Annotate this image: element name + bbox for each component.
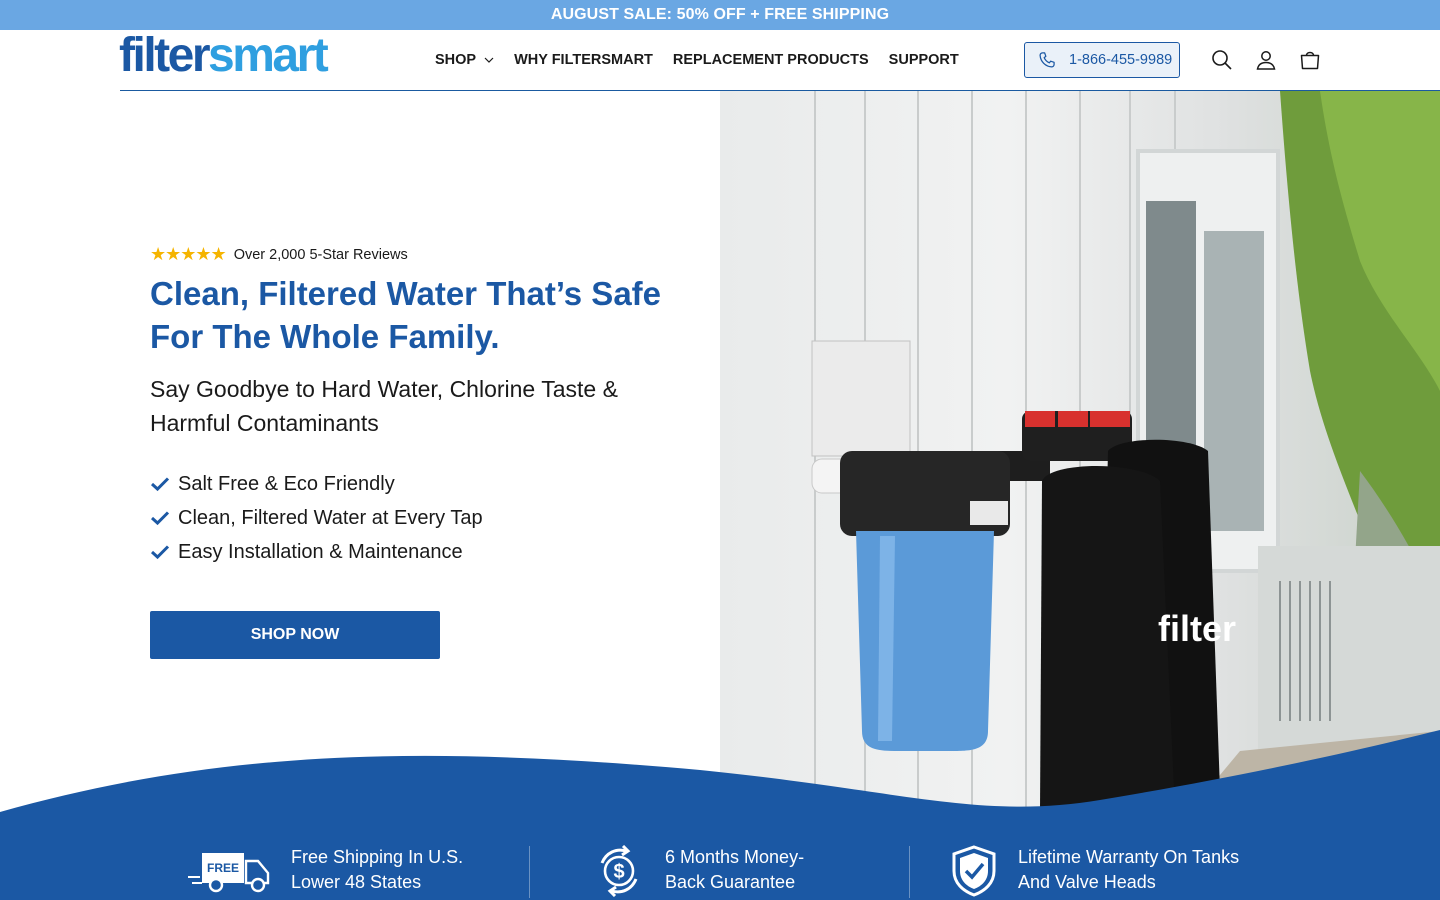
feature-divider (529, 846, 530, 898)
checkmark-icon (150, 477, 170, 492)
nav-support[interactable]: SUPPORT (889, 52, 959, 68)
logo-text-filter: filter (119, 29, 211, 82)
hero-headline: Clean, Filtered Water That’s Safe For Th… (150, 275, 662, 355)
feature-free-shipping: FREE Free Shipping In U.S. Lower 48 Stat… (188, 845, 463, 895)
feature-text: Free Shipping In U.S. Lower 48 States (291, 845, 463, 895)
checkmark-icon (150, 545, 170, 560)
warranty-shield-icon (952, 845, 996, 897)
rating-text: Over 2,000 5-Star Reviews (233, 246, 408, 263)
feature-money-back: $ 6 Months Money- Back Guarantee (594, 845, 804, 897)
main-nav: SHOP WHY FILTERSMART REPLACEMENT PRODUCT… (435, 52, 979, 68)
five-star-icons: ★★★★★ (150, 244, 227, 264)
cart-icon[interactable] (1298, 48, 1322, 72)
benefit-item: Clean, Filtered Water at Every Tap (150, 501, 483, 535)
benefit-list: Salt Free & Eco Friendly Clean, Filtered… (150, 467, 483, 569)
checkmark-icon (150, 511, 170, 526)
feature-text: 6 Months Money- Back Guarantee (665, 845, 804, 895)
phone-icon (1039, 52, 1055, 68)
benefit-item: Easy Installation & Maintenance (150, 535, 483, 569)
nav-why-filtersmart[interactable]: WHY FILTERSMART (514, 52, 653, 68)
feature-line: Lower 48 States (291, 872, 422, 892)
benefit-text: Salt Free & Eco Friendly (178, 472, 395, 495)
feature-line: 6 Months Money- (665, 847, 805, 867)
search-icon[interactable] (1210, 48, 1234, 72)
feature-line: Free Shipping In U.S. (291, 847, 464, 867)
free-shipping-truck-icon: FREE (188, 853, 270, 893)
account-icon[interactable] (1254, 48, 1278, 72)
nav-support-label: SUPPORT (888, 52, 959, 68)
logo-text-smart: smart (208, 29, 329, 82)
nav-replacement-products[interactable]: REPLACEMENT PRODUCTS (673, 52, 869, 68)
feature-text: Lifetime Warranty On Tanks And Valve Hea… (1018, 845, 1239, 895)
phone-number: 1-866-455-9989 (1069, 52, 1173, 68)
announcement-bar: AUGUST SALE: 50% OFF + FREE SHIPPING (0, 0, 1440, 30)
nav-why-label: WHY FILTERSMART (514, 52, 653, 68)
benefit-text: Clean, Filtered Water at Every Tap (178, 506, 483, 529)
nav-shop[interactable]: SHOP (435, 52, 494, 68)
tank-brand-text: filter (1158, 608, 1236, 649)
feature-divider (909, 846, 910, 898)
feature-warranty: Lifetime Warranty On Tanks And Valve Hea… (950, 845, 1239, 897)
money-back-icon: $ (600, 845, 638, 897)
feature-line: Back Guarantee (665, 872, 796, 892)
water-filter-system-illustration: filter (811, 91, 1440, 811)
svg-text:$: $ (613, 861, 624, 883)
free-badge-text: FREE (207, 861, 239, 875)
filtersmart-logo[interactable]: filtersmart (119, 29, 329, 82)
nav-replacement-label: REPLACEMENT PRODUCTS (672, 52, 869, 68)
benefit-item: Salt Free & Eco Friendly (150, 467, 483, 501)
announcement-text: AUGUST SALE: 50% OFF + FREE SHIPPING (550, 6, 890, 23)
feature-line: And Valve Heads (1018, 872, 1156, 892)
shop-now-button[interactable]: SHOP NOW (150, 611, 440, 659)
hero-subheadline: Say Goodbye to Hard Water, Chlorine Tast… (150, 376, 618, 436)
feature-line: Lifetime Warranty On Tanks (1018, 847, 1240, 867)
chevron-down-icon (484, 57, 494, 63)
phone-button[interactable]: 1-866-455-9989 (1024, 42, 1180, 78)
rating: ★★★★★ Over 2,000 5-Star Reviews (150, 244, 408, 265)
hero-product-image: filter (720, 91, 1440, 811)
nav-shop-label: SHOP (435, 52, 477, 68)
benefit-text: Easy Installation & Maintenance (178, 540, 463, 563)
